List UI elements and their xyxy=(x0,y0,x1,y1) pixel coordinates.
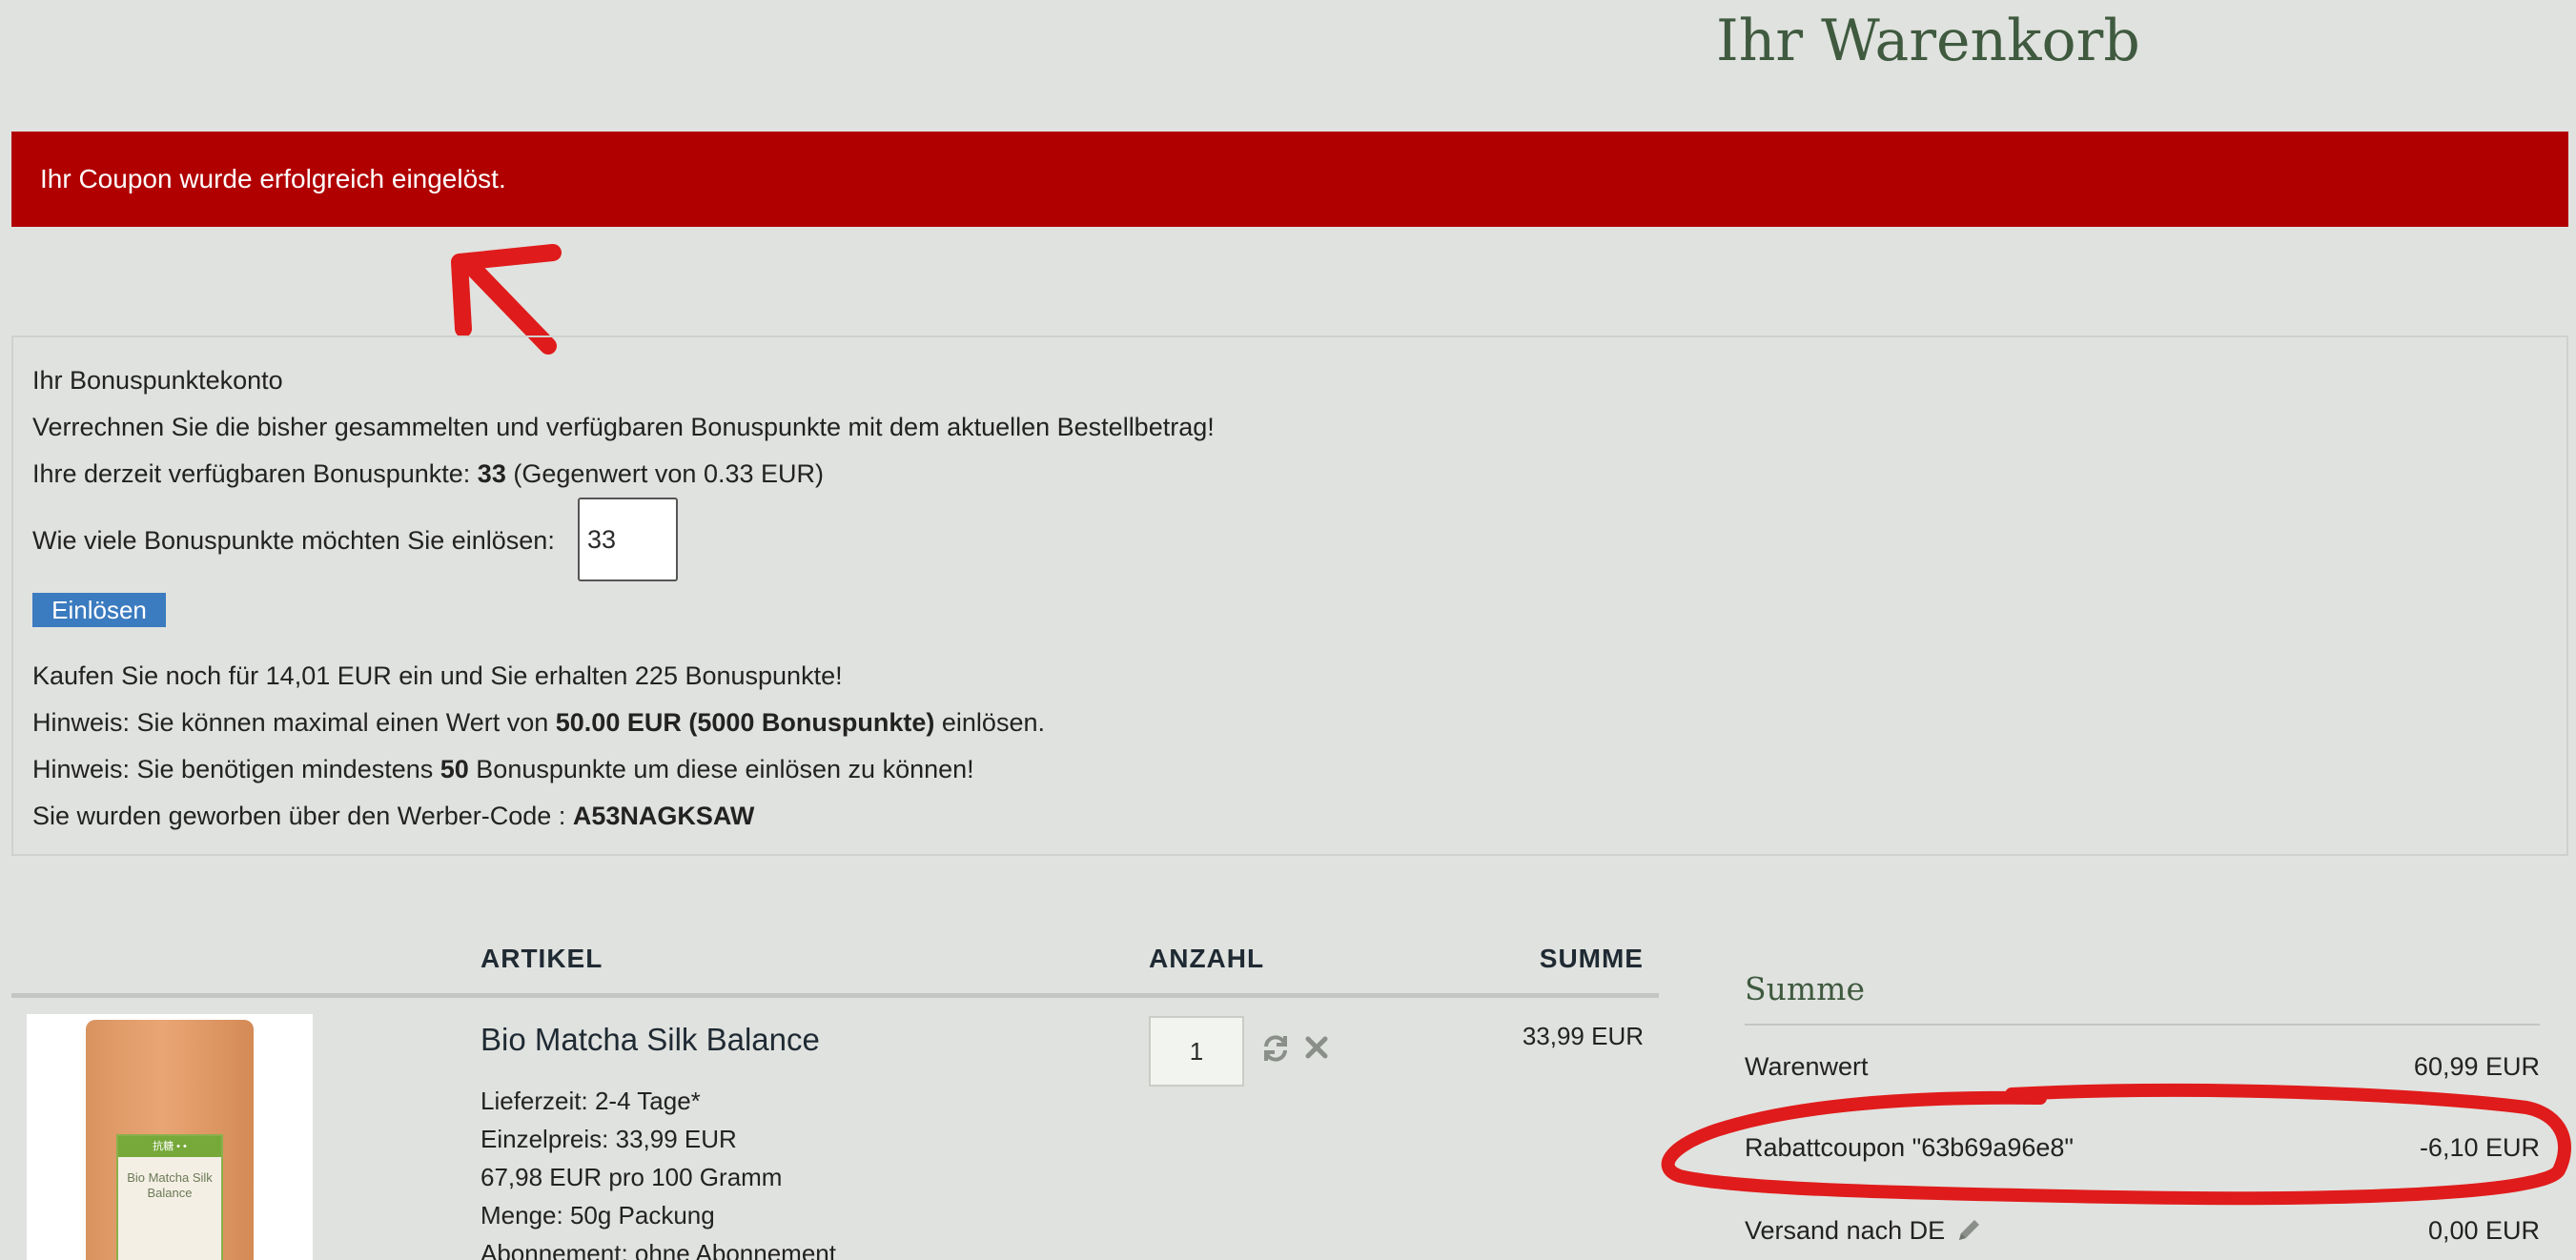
redeem-button[interactable]: Einlösen xyxy=(32,593,166,627)
header-article: ARTIKEL xyxy=(480,944,603,973)
max-suffix: einlösen. xyxy=(934,708,1045,737)
base-price: 67,98 EUR pro 100 Gramm xyxy=(480,1163,783,1191)
unit-price: Einzelpreis: 33,99 EUR xyxy=(480,1125,737,1153)
amount: Menge: 50g Packung xyxy=(480,1201,715,1230)
min-suffix: Bonuspunkte um diese einlösen zu können! xyxy=(468,755,974,783)
available-points: 33 xyxy=(477,459,506,488)
bonus-heading: Ihr Bonuspunktekonto xyxy=(32,366,283,395)
bag-label-band: 抗糖 • • xyxy=(118,1136,221,1157)
available-prefix: Ihre derzeit verfügbaren Bonuspunkte: xyxy=(32,459,478,488)
header-quantity: ANZAHL xyxy=(1149,944,1265,973)
header-sum: SUMME xyxy=(1539,944,1644,973)
available-suffix: (Gegenwert von 0.33 EUR) xyxy=(505,459,824,488)
summary-title: Summe xyxy=(1745,970,1865,1007)
cart-page: Ihr Warenkorb Ihr Coupon wurde erfolgrei… xyxy=(0,0,2576,1260)
bonus-description: Verrechnen Sie die bisher gesammelten un… xyxy=(32,413,1215,441)
shipping-value: 0,00 EUR xyxy=(2427,1216,2540,1245)
success-alert: Ihr Coupon wurde erfolgreich eingelöst. xyxy=(11,132,2568,227)
referral-code: A53NAGKSAW xyxy=(572,802,755,830)
bonus-available: Ihre derzeit verfügbaren Bonuspunkte: 33… xyxy=(32,459,824,489)
summary-divider xyxy=(1745,1024,2540,1026)
points-input[interactable]: 33 xyxy=(578,498,678,581)
close-icon[interactable] xyxy=(1304,1035,1329,1060)
max-value: 50.00 EUR (5000 Bonuspunkte) xyxy=(555,708,935,737)
delivery-time: Lieferzeit: 2-4 Tage* xyxy=(480,1087,701,1115)
table-divider xyxy=(11,993,1659,998)
buy-more-hint: Kaufen Sie noch für 14,01 EUR ein und Si… xyxy=(32,661,843,690)
redeem-question: Wie viele Bonuspunkte möchten Sie einlös… xyxy=(32,526,555,555)
pencil-icon[interactable] xyxy=(1954,1216,1983,1245)
bag-label-text: Bio Matcha Silk Balance xyxy=(127,1170,213,1200)
product-name[interactable]: Bio Matcha Silk Balance xyxy=(480,1022,820,1058)
max-hint: Hinweis: Sie können maximal einen Wert v… xyxy=(32,708,1045,738)
min-prefix: Hinweis: Sie benötigen mindestens xyxy=(32,755,440,783)
referral-line: Sie wurden geworben über den Werber-Code… xyxy=(32,802,754,831)
product-image[interactable]: 抗糖 • • Bio Matcha Silk Balance xyxy=(27,1014,313,1260)
shipping-label: Versand nach DE xyxy=(1745,1216,1946,1245)
bag-label: 抗糖 • • Bio Matcha Silk Balance xyxy=(116,1134,223,1260)
product-bag: 抗糖 • • Bio Matcha Silk Balance xyxy=(86,1020,254,1260)
referral-prefix: Sie wurden geworben über den Werber-Code… xyxy=(32,802,573,830)
min-value: 50 xyxy=(440,755,469,783)
min-hint: Hinweis: Sie benötigen mindestens 50 Bon… xyxy=(32,755,974,784)
bonus-points-panel: Ihr Bonuspunktekonto Verrechnen Sie die … xyxy=(11,335,2568,856)
item-total: 33,99 EUR xyxy=(1522,1022,1644,1050)
alert-message: Ihr Coupon wurde erfolgreich eingelöst. xyxy=(40,164,506,193)
subscription: Abonnement: ohne Abonnement xyxy=(480,1239,836,1260)
page-title: Ihr Warenkorb xyxy=(1716,8,2140,74)
max-prefix: Hinweis: Sie können maximal einen Wert v… xyxy=(32,708,556,737)
refresh-icon[interactable] xyxy=(1260,1033,1291,1064)
annotation-circle xyxy=(1661,1083,2572,1206)
quantity-input[interactable]: 1 xyxy=(1149,1016,1244,1087)
